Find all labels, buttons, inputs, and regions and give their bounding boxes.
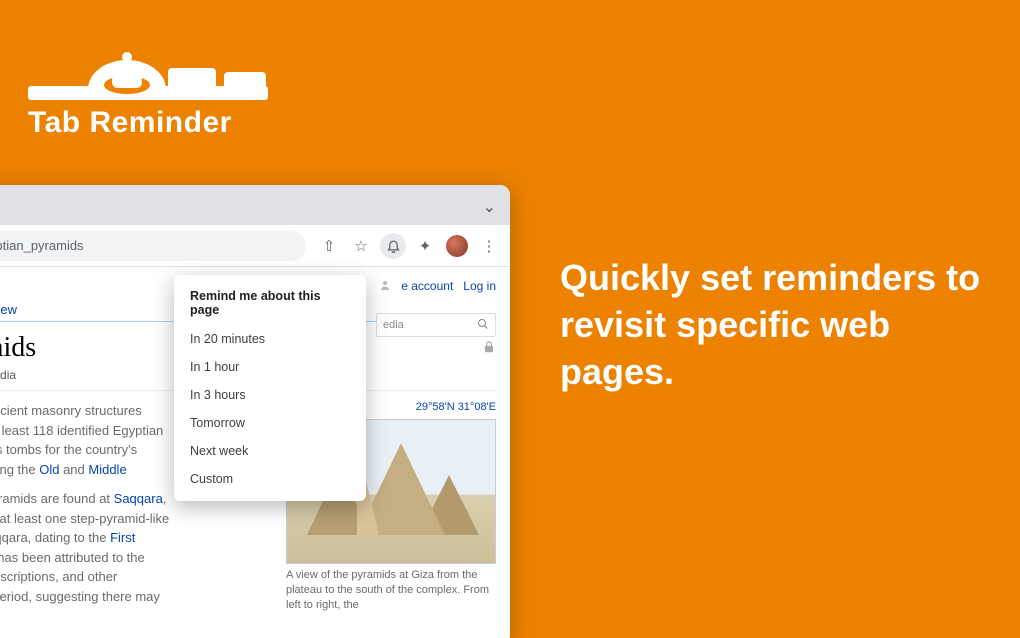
popup-item-3-hours[interactable]: In 3 hours — [174, 381, 366, 409]
profile-avatar[interactable] — [444, 233, 470, 259]
user-icon — [379, 279, 391, 294]
link-middle[interactable]: Middle — [88, 462, 126, 477]
top-link-account[interactable]: e account — [401, 279, 453, 294]
brand-logo: Tab Reminder — [28, 20, 268, 140]
share-icon[interactable]: ⇧ — [316, 233, 342, 259]
popup-title: Remind me about this page — [174, 285, 366, 325]
reminder-popup: Remind me about this page In 20 minutes … — [174, 275, 366, 501]
search-icon — [477, 318, 489, 333]
infobox-caption: A view of the pyramids at Giza from the … — [286, 568, 496, 613]
address-bar[interactable]: ki/Egyptian_pyramids — [0, 231, 306, 261]
page-title: yramids — [0, 332, 36, 364]
brand-logo-graphic — [28, 20, 268, 100]
top-link-login[interactable]: Log in — [463, 279, 496, 294]
extensions-puzzle-icon[interactable]: ✦ — [412, 233, 438, 259]
bookmark-star-icon[interactable]: ☆ — [348, 233, 374, 259]
wiki-search-input[interactable]: edia — [376, 313, 496, 337]
lock-icon — [482, 340, 496, 357]
browser-tabstrip: ✕ + ⌄ — [0, 185, 510, 225]
browser-toolbar: ki/Egyptian_pyramids ⇧ ☆ ✦ ⋮ — [0, 225, 510, 267]
link-first[interactable]: First — [110, 530, 135, 545]
overflow-menu-icon[interactable]: ⋮ — [476, 233, 502, 259]
brand-name: Tab Reminder — [28, 106, 268, 140]
popup-item-next-week[interactable]: Next week — [174, 437, 366, 465]
popup-item-1-hour[interactable]: In 1 hour — [174, 353, 366, 381]
popup-item-tomorrow[interactable]: Tomorrow — [174, 409, 366, 437]
link-saqqara[interactable]: Saqqara — [114, 491, 163, 506]
popup-item-20-minutes[interactable]: In 20 minutes — [174, 325, 366, 353]
promo-headline: Quickly set reminders to revisit specifi… — [560, 255, 990, 395]
link-old[interactable]: Old — [39, 462, 59, 477]
browser-window: ✕ + ⌄ ki/Egyptian_pyramids ⇧ ☆ ✦ ⋮ — [0, 185, 510, 638]
search-placeholder: edia — [383, 319, 404, 331]
wiki-tab-view[interactable]: View — [0, 302, 17, 317]
popup-item-custom[interactable]: Custom — [174, 465, 366, 493]
tabstrip-chevron-icon[interactable]: ⌄ — [483, 197, 496, 217]
reminder-bell-icon[interactable] — [380, 233, 406, 259]
address-text: ki/Egyptian_pyramids — [0, 238, 84, 253]
